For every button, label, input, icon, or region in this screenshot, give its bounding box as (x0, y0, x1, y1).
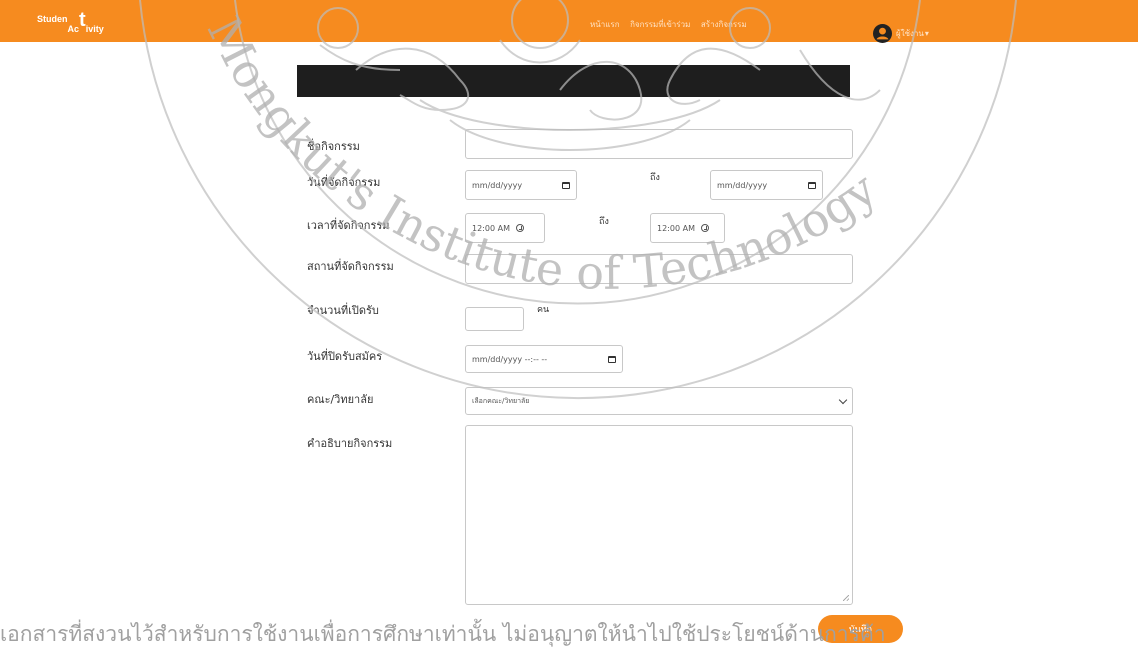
seats-unit: คน (537, 305, 550, 315)
logo-text-student: Studen (37, 14, 68, 24)
nav-links: หน้าแรก กิจกรรมที่เข้าร่วม สร้างกิจกรรม (590, 18, 755, 31)
user-name: ผู้ใช้งาน (896, 29, 924, 38)
activity-time-label: เวลาที่จัดกิจกรรม (307, 219, 390, 232)
time-to-label: ถึง (599, 217, 609, 227)
seats-label: จำนวนที่เปิดรับ (307, 304, 379, 317)
calendar-icon[interactable] (562, 181, 570, 189)
chevron-down-icon (838, 395, 848, 404)
description-textarea[interactable] (465, 425, 853, 605)
start-date-placeholder: mm/dd/yyyy (472, 180, 523, 190)
clock-icon[interactable] (700, 224, 709, 232)
nav-link-create[interactable]: สร้างกิจกรรม (701, 20, 747, 29)
user-menu[interactable]: ผู้ใช้งาน ▾ (873, 24, 929, 43)
start-time-input[interactable]: 12:00 AM (465, 213, 545, 243)
clock-icon[interactable] (515, 224, 524, 232)
nav-link-joined[interactable]: กิจกรรมที่เข้าร่วม (630, 20, 690, 29)
end-time-value: 12:00 AM (657, 223, 695, 233)
start-date-input[interactable]: mm/dd/yyyy (465, 170, 577, 200)
top-navbar: StudenActivity หน้าแรก กิจกรรมที่เข้าร่ว… (0, 0, 1138, 43)
footer-watermark-text: เอกสารที่สงวนไว้สำหรับการใช้งานเพื่อการศ… (0, 622, 886, 646)
close-date-input[interactable]: mm/dd/yyyy --:-- -- (465, 345, 623, 373)
activity-place-label: สถานที่จัดกิจกรรม (307, 260, 394, 273)
seats-input[interactable] (465, 307, 524, 331)
activity-name-input[interactable] (465, 129, 853, 159)
save-button[interactable]: บันทึก (818, 615, 903, 643)
calendar-icon[interactable] (608, 355, 616, 363)
end-time-input[interactable]: 12:00 AM (650, 213, 725, 243)
nav-link-home[interactable]: หน้าแรก (590, 20, 620, 29)
end-date-placeholder: mm/dd/yyyy (717, 180, 768, 190)
close-date-placeholder: mm/dd/yyyy --:-- -- (472, 354, 548, 364)
logo-text-ac: Ac (67, 24, 80, 34)
page-banner (297, 65, 850, 97)
app-logo[interactable]: StudenActivity (37, 10, 104, 35)
activity-date-label: วันที่จัดกิจกรรม (307, 176, 381, 189)
logo-text-t: t (79, 9, 86, 31)
caret-down-icon: ▾ (924, 29, 929, 38)
resize-handle-icon[interactable] (843, 595, 849, 601)
close-date-label: วันที่ปิดรับสมัคร (307, 350, 383, 363)
faculty-select[interactable]: เลือกคณะ/วิทยาลัย (465, 387, 853, 415)
calendar-icon[interactable] (808, 181, 816, 189)
start-time-value: 12:00 AM (472, 223, 510, 233)
end-date-input[interactable]: mm/dd/yyyy (710, 170, 823, 200)
activity-place-input[interactable] (465, 254, 853, 284)
date-to-label: ถึง (650, 173, 660, 183)
description-label: คำอธิบายกิจกรรม (307, 437, 393, 450)
faculty-label: คณะ/วิทยาลัย (307, 393, 374, 406)
logo-text-ivity: ivity (85, 24, 104, 34)
faculty-selected-value: เลือกคณะ/วิทยาลัย (472, 396, 530, 405)
activity-name-label: ชื่อกิจกรรม (307, 140, 360, 153)
user-avatar-icon (873, 24, 892, 43)
